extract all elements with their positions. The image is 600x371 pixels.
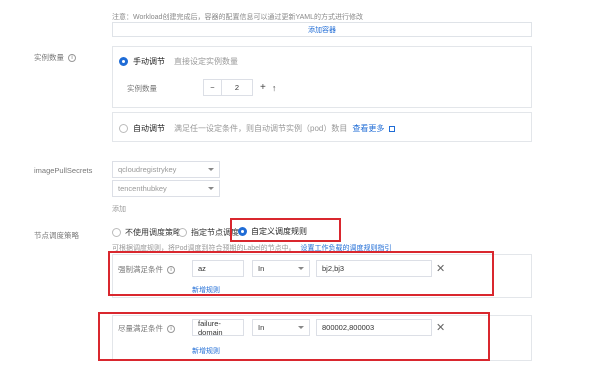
secret-select-2[interactable]: tencenthubkey (112, 180, 220, 197)
schedule-opt3: 自定义调度规则 (251, 227, 307, 236)
secret-select-1-value: qcloudregistrykey (118, 165, 177, 174)
instance-count-label: 实例数量 (127, 84, 157, 93)
schedule-opt1: 不使用调度策略 (125, 228, 181, 237)
auto-label: 自动调节 (133, 124, 165, 133)
instance-count-input[interactable]: 2 (221, 79, 253, 96)
secret-select-2-value: tencenthubkey (118, 184, 167, 193)
auto-radio[interactable] (119, 124, 128, 133)
chevron-down-icon (298, 326, 304, 329)
manual-label: 手动调节 (133, 57, 165, 66)
info-icon[interactable]: i (68, 53, 76, 62)
required-key-input[interactable]: az (192, 260, 244, 277)
schedule-option-none[interactable]: 不使用调度策略 (112, 227, 181, 238)
manual-radio[interactable] (119, 57, 128, 66)
preferred-value-input[interactable]: 800002,800003 (316, 319, 432, 336)
required-label: 强制满足条件 (118, 265, 163, 274)
image-pull-secrets-label: imagePullSecrets (34, 166, 93, 175)
radio-custom[interactable] (238, 227, 247, 236)
preferred-label-row: 尽量满足条件 i (118, 323, 175, 334)
manual-scaling-panel: 手动调节 直接设定实例数量 实例数量 − 2 + ↑ (112, 46, 532, 108)
preferred-key-input[interactable]: failure-domain (192, 319, 244, 337)
radio-node[interactable] (178, 228, 187, 237)
chevron-down-icon (208, 187, 214, 190)
required-add-rule-link[interactable]: 新增规则 (192, 285, 220, 295)
decrement-button[interactable]: − (203, 79, 221, 96)
required-value-input[interactable]: bj2,bj3 (316, 260, 432, 277)
instance-stepper: − 2 + ↑ (203, 79, 276, 96)
add-secret-link[interactable]: 添加 (112, 204, 126, 214)
instances-label-row: 实例数量 i (34, 52, 76, 63)
auto-scaling-panel: 自动调节 满足任一设定条件，则自动调节实例（pod）数目 查看更多 (112, 112, 532, 142)
increment-button[interactable]: + (260, 82, 266, 93)
preferred-operator-select[interactable]: In (252, 319, 310, 336)
preferred-add-rule-link[interactable]: 新增规则 (192, 346, 220, 356)
schedule-option-custom[interactable]: 自定义调度规则 (238, 226, 307, 237)
add-container-bar[interactable]: 添加容器 (112, 22, 532, 37)
chevron-down-icon (208, 168, 214, 171)
instances-label: 实例数量 (34, 53, 64, 62)
required-operator-select[interactable]: In (252, 260, 310, 277)
preferred-label: 尽量满足条件 (118, 324, 163, 333)
close-icon[interactable]: ✕ (436, 262, 445, 275)
top-note: 注意：Workload创建完成后，容器的配置信息可以通过更新YAML的方式进行修… (112, 14, 363, 21)
external-link-icon[interactable] (389, 125, 396, 132)
add-container-link[interactable]: 添加容器 (308, 25, 336, 35)
preferred-operator-value: In (258, 323, 265, 332)
up-arrow-icon[interactable]: ↑ (272, 83, 277, 93)
secret-select-1[interactable]: qcloudregistrykey (112, 161, 220, 178)
auto-scaling-option[interactable]: 自动调节 满足任一设定条件，则自动调节实例（pod）数目 查看更多 (119, 123, 396, 134)
chevron-down-icon (298, 267, 304, 270)
radio-none[interactable] (112, 228, 121, 237)
info-icon[interactable]: i (167, 324, 175, 333)
close-icon[interactable]: ✕ (436, 321, 445, 334)
required-label-row: 强制满足条件 i (118, 264, 175, 275)
required-operator-value: In (258, 264, 265, 273)
schedule-label: 节点调度策略 (34, 231, 79, 240)
info-icon[interactable]: i (167, 265, 175, 274)
auto-learn-more-link[interactable]: 查看更多 (352, 123, 384, 134)
manual-scaling-option[interactable]: 手动调节 直接设定实例数量 (119, 56, 238, 67)
manual-desc: 直接设定实例数量 (174, 57, 238, 66)
auto-desc: 满足任一设定条件，则自动调节实例（pod）数目 (174, 124, 348, 133)
